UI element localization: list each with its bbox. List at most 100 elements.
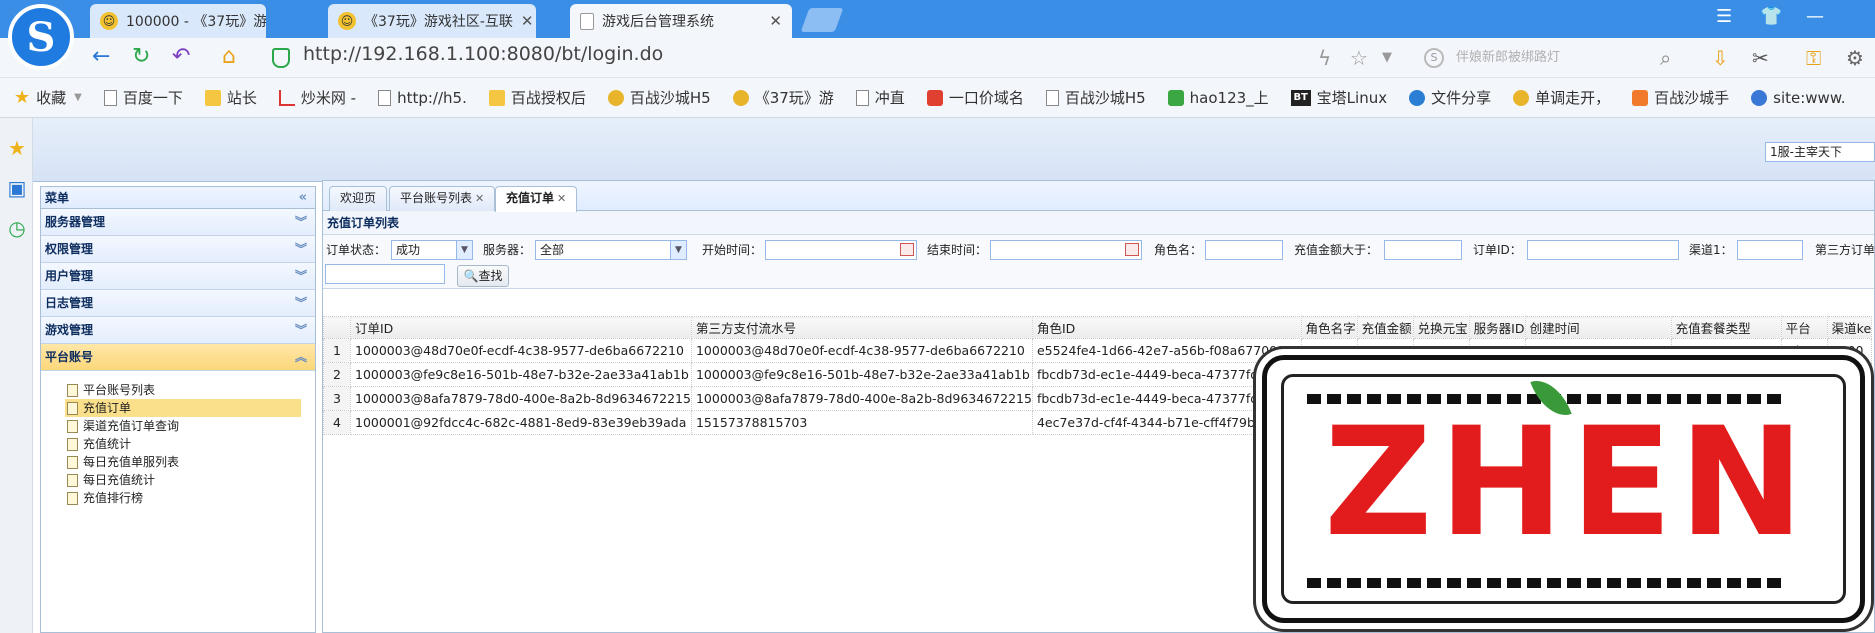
scissors-icon[interactable]: ✂ — [1752, 46, 1769, 70]
tab-welcome[interactable]: 欢迎页 — [329, 186, 388, 211]
menu-section-user[interactable]: 用户管理 ︾ — [41, 263, 315, 290]
smiley-icon: ☺ — [100, 12, 118, 30]
collapse-left-icon[interactable]: « — [299, 187, 307, 209]
menu-item-recharge-order[interactable]: 充值订单 — [65, 399, 301, 417]
column-header[interactable]: 订单ID — [350, 316, 692, 339]
menu-section-permission[interactable]: 权限管理 ︾ — [41, 236, 315, 263]
menu-item-recharge-ranking[interactable]: 充值排行榜 — [65, 489, 301, 507]
close-tab-icon[interactable]: ✕ — [761, 12, 782, 30]
column-header[interactable]: 充值套餐类型 — [1670, 316, 1782, 339]
table-cell: 1000003@8afa7879-78d0-400e-8a2b-8d963467… — [350, 386, 692, 411]
column-header[interactable]: 服务器ID — [1468, 316, 1526, 339]
bookmark[interactable]: 站长 — [204, 87, 257, 108]
bookmark[interactable]: 百度一下 — [103, 87, 183, 108]
close-tab-icon[interactable]: ✕ — [513, 12, 534, 30]
menu-icon[interactable]: ☰ — [1716, 6, 1732, 27]
search-engine-icon: S — [1424, 48, 1444, 68]
order-id-input[interactable] — [1527, 240, 1679, 260]
column-header[interactable]: 兑换元宝 — [1412, 316, 1470, 339]
close-tab-icon[interactable]: ✕ — [557, 192, 566, 205]
skin-icon[interactable]: 👕 — [1760, 6, 1782, 27]
history-clock-icon[interactable]: ◷ — [7, 218, 27, 238]
tab-account-list[interactable]: 平台账号列表 ✕ — [389, 186, 496, 211]
new-tab-button[interactable] — [800, 8, 844, 32]
undo-icon[interactable]: ↶ — [172, 45, 190, 69]
file-icon — [67, 419, 78, 433]
bookmark[interactable]: 一口价域名 — [926, 87, 1024, 108]
refresh-icon[interactable]: ↻ — [132, 45, 150, 69]
browser-tab-strip: ☺ 100000 - 《37玩》游戏 ✕ ☺ 《37玩》游戏社区-互联 ✕ 游戏… — [0, 0, 1875, 38]
amount-input[interactable] — [1384, 240, 1462, 260]
start-time-input[interactable] — [765, 240, 917, 260]
role-name-input[interactable] — [1205, 240, 1283, 260]
bt-icon: BT — [1290, 89, 1311, 106]
settings-icon[interactable]: ⚙ — [1846, 46, 1864, 70]
menu-section-game[interactable]: 游戏管理 ︾ — [41, 317, 315, 344]
menu-item-channel-order-query[interactable]: 渠道充值订单查询 — [65, 417, 301, 435]
bookmark[interactable]: 单调走开， — [1513, 87, 1610, 108]
reader-icon[interactable]: ▣ — [7, 178, 27, 198]
browser-tab-active[interactable]: 游戏后台管理系统 ✕ — [570, 4, 792, 38]
server-filter-select[interactable]: 全部 ▼ — [535, 240, 687, 260]
menu-section-server[interactable]: 服务器管理 ︾ — [41, 209, 315, 236]
third-party-order-input[interactable] — [325, 264, 445, 284]
menu-section-platform-account[interactable]: 平台账号 ︽ — [41, 344, 315, 371]
menu-section-log[interactable]: 日志管理 ︾ — [41, 290, 315, 317]
bookmark[interactable]: hao123_上 — [1167, 87, 1269, 108]
bookmark-label: 百战沙城H5 — [1064, 89, 1146, 107]
bookmark-favorites[interactable]: ★ 收藏 ▼ — [14, 87, 82, 108]
column-header[interactable]: 第三方支付流水号 — [690, 316, 1033, 339]
browser-tab[interactable]: ☺ 100000 - 《37玩》游戏 ✕ — [90, 4, 266, 38]
column-header[interactable]: 创建时间 — [1524, 316, 1672, 339]
magnifier-icon[interactable]: ⌕ — [1660, 46, 1671, 70]
bookmark[interactable]: 百战授权后 — [488, 87, 586, 108]
bookmark[interactable]: site:www. — [1751, 89, 1845, 107]
table-cell: 4ec7e37d-cf4f-4344-b71e-cff4f79b — [1031, 410, 1302, 435]
menu-item-daily-stats[interactable]: 每日充值统计 — [65, 471, 301, 489]
home-icon[interactable]: ⌂ — [222, 45, 236, 69]
calendar-icon[interactable] — [1125, 243, 1139, 256]
end-time-input[interactable] — [990, 240, 1142, 260]
minimize-icon[interactable]: — — [1806, 6, 1824, 27]
column-header[interactable]: 平台 — [1780, 316, 1828, 339]
file-icon — [67, 473, 78, 487]
menu-item-daily-server-list[interactable]: 每日充值单服列表 — [65, 453, 301, 471]
status-label: 订单状态： — [326, 243, 387, 257]
bookmark[interactable]: 冲直 — [855, 87, 905, 108]
menu-header: 菜单 « — [41, 187, 315, 209]
favorites-star-icon[interactable]: ★ — [7, 138, 27, 158]
channel-label: 渠道1： — [1689, 243, 1733, 257]
bookmark[interactable]: 炒米网 - — [278, 87, 356, 108]
bookmark[interactable]: 百战沙城手 — [1632, 87, 1729, 108]
server-select[interactable]: 1服-主宰天下 — [1765, 142, 1875, 162]
back-icon[interactable]: ← — [92, 45, 110, 69]
bookmark[interactable]: http://h5. — [378, 89, 467, 107]
status-select[interactable]: 成功 ▼ — [391, 240, 473, 260]
smiley-icon — [732, 89, 749, 106]
bookmark[interactable]: 百战沙城H5 — [607, 87, 711, 108]
search-input[interactable]: S 伴娘新郎被绑路灯 — [1420, 44, 1690, 72]
download-icon[interactable]: ⇩ — [1712, 46, 1729, 70]
calendar-icon[interactable] — [900, 243, 914, 256]
bookmark[interactable]: 文件分享 — [1409, 87, 1491, 108]
browser-tab[interactable]: ☺ 《37玩》游戏社区-互联 ✕ — [328, 4, 536, 38]
bookmark[interactable]: BT 宝塔Linux — [1290, 87, 1387, 108]
close-tab-icon[interactable]: ✕ — [475, 192, 484, 205]
server-value: 全部 — [540, 243, 565, 257]
column-header[interactable]: 角色ID — [1031, 316, 1302, 339]
key-icon[interactable]: ⚿ — [1806, 46, 1821, 70]
tab-recharge-order[interactable]: 充值订单 ✕ — [495, 186, 578, 212]
menu-item-account-list[interactable]: 平台账号列表 — [65, 381, 301, 399]
bookmark[interactable]: 百战沙城H5 — [1045, 87, 1146, 108]
lightning-icon[interactable]: ϟ — [1318, 46, 1331, 70]
url-input[interactable]: http://192.168.1.100:8080/bt/login.do — [303, 43, 663, 65]
find-button[interactable]: 🔍查找 — [457, 265, 509, 287]
chevron-down-icon[interactable]: ▼ — [1382, 50, 1392, 65]
channel-input[interactable] — [1737, 240, 1803, 260]
menu-item-recharge-stats[interactable]: 充值统计 — [65, 435, 301, 453]
bookmark[interactable]: 《37玩》游 — [732, 87, 834, 108]
column-header[interactable]: 渠道ke — [1826, 316, 1873, 339]
column-header[interactable]: 角色名字 — [1300, 316, 1358, 339]
column-header[interactable]: 充值金额 — [1356, 316, 1414, 339]
bookmark-star-icon[interactable]: ☆ — [1350, 46, 1368, 70]
